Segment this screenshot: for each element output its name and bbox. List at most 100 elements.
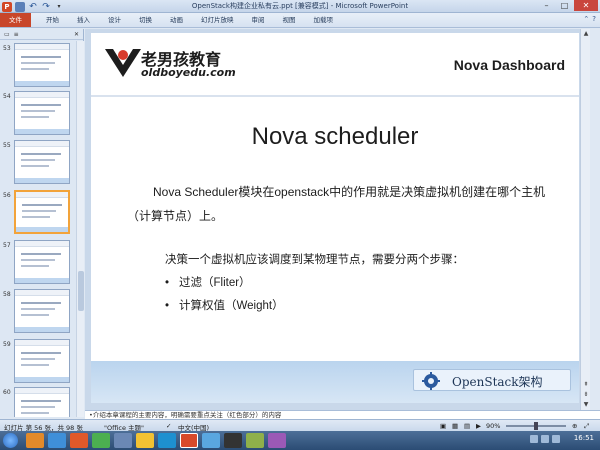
scrollbar-thumb[interactable] (78, 271, 84, 311)
slide-thumbnail[interactable]: 54 (0, 91, 76, 141)
slide-thumbnail[interactable]: 57 (0, 240, 76, 290)
terminal-taskbar-icon[interactable] (224, 433, 242, 448)
app-taskbar-icon[interactable] (268, 433, 286, 448)
zoom-slider-knob[interactable] (534, 422, 538, 430)
app-taskbar-icon[interactable] (114, 433, 132, 448)
clock[interactable]: 16:51 (574, 434, 594, 442)
bullet-text: 过滤（Fliter） (179, 277, 251, 289)
help-icon[interactable]: ? (592, 15, 596, 23)
thumbnail-image (14, 387, 70, 417)
next-slide-icon[interactable]: ⇟ (582, 391, 590, 399)
slide-title[interactable]: Nova scheduler (91, 123, 579, 151)
outline-view-icon[interactable]: ≡ (14, 31, 19, 38)
windows-taskbar: 16:51 (0, 431, 600, 450)
slide-editor: 老男孩教育 oldboyedu.com Nova Dashboard Nova … (85, 29, 590, 410)
thumbnail-image (14, 289, 70, 333)
bullet-dot-icon: • (165, 300, 170, 312)
slide-thumbnail[interactable]: 60 (0, 387, 76, 417)
slide-canvas[interactable]: 老男孩教育 oldboyedu.com Nova Dashboard Nova … (91, 33, 579, 403)
app-taskbar-icon[interactable] (246, 433, 264, 448)
tab-home[interactable]: 开始 (37, 13, 68, 27)
slide-thumbnail[interactable]: 53 (0, 43, 76, 93)
thumbnail-image (14, 190, 70, 234)
tab-transitions[interactable]: 切换 (130, 13, 161, 27)
slides-pane: ▭ ≡ ✕ 53 54 55 56 57 58 59 60 (0, 29, 84, 417)
notes-pane[interactable]: •介绍本章课程的主要内容，明确需要重点关注（红色部分）的内容 (85, 410, 600, 419)
tab-file[interactable]: 文件 (0, 13, 31, 27)
bullet-item: • 过滤（Fliter） (165, 274, 251, 290)
tab-animations[interactable]: 动画 (161, 13, 192, 27)
window-controls: – □ ✕ (538, 0, 598, 11)
slide-scrollbar[interactable]: ▲ ⇞ ⇟ ▼ (580, 29, 590, 410)
slide-thumbnail-selected[interactable]: 56 (0, 190, 76, 240)
ribbon-right-icons: ⌃ ? (583, 15, 596, 23)
bullet-text: 计算权值（Weight） (179, 300, 284, 312)
slide-number: 55 (3, 142, 11, 149)
steps-intro: 决策一个虚拟机应该调度到某物理节点，需要分两个步骤： (165, 254, 464, 266)
scroll-up-icon[interactable]: ▲ (582, 30, 590, 38)
browser-taskbar-icon[interactable] (48, 433, 66, 448)
zoom-in-icon[interactable]: ⊕ (572, 422, 577, 430)
close-pane-icon[interactable]: ✕ (74, 31, 79, 38)
oldboy-logo-icon (105, 49, 141, 77)
input-method-icon[interactable] (552, 435, 560, 443)
zoom-level[interactable]: 90% (486, 422, 500, 430)
slide-number: 59 (3, 341, 11, 348)
slide-footer: OpenStack架构 (91, 361, 579, 403)
start-button[interactable] (3, 433, 18, 448)
slide-thumbnail[interactable]: 58 (0, 289, 76, 339)
powerpoint-taskbar-icon[interactable] (180, 433, 198, 448)
firefox-taskbar-icon[interactable] (70, 433, 88, 448)
status-bar: 幻灯片 第 56 张，共 98 张 "Office 主题" ✓ 中文(中国) ▣… (0, 419, 600, 432)
slide-paragraph[interactable]: Nova Scheduler模块在openstack中的作用就是决策虚拟机创建在… (127, 180, 547, 228)
window-title: OpenStack构建企业私有云.ppt [兼容模式] - Microsoft … (191, 2, 409, 10)
previous-slide-icon[interactable]: ⇞ (582, 381, 590, 389)
powerpoint-window: P ↶ ↷ ▾ OpenStack构建企业私有云.ppt [兼容模式] - Mi… (0, 0, 600, 450)
tab-review[interactable]: 审阅 (243, 13, 274, 27)
reading-view-icon[interactable]: ▤ (464, 422, 470, 430)
fit-to-window-icon[interactable]: ⤢ (584, 422, 589, 431)
slide-number: 57 (3, 242, 11, 249)
footer-badge-text: OpenStack架构 (452, 375, 543, 389)
chrome-taskbar-icon[interactable] (92, 433, 110, 448)
thumbnail-image (14, 43, 70, 87)
thumbnail-scrollbar[interactable] (76, 41, 84, 417)
slide-number: 53 (3, 45, 11, 52)
qq-taskbar-icon[interactable] (158, 433, 176, 448)
tab-slideshow[interactable]: 幻灯片放映 (192, 13, 243, 27)
thumbnail-list: 53 54 55 56 57 58 59 60 (0, 41, 76, 417)
tab-view[interactable]: 视图 (274, 13, 305, 27)
thumbnail-image (14, 91, 70, 135)
tab-insert[interactable]: 插入 (68, 13, 99, 27)
slides-view-icon[interactable]: ▭ (4, 31, 10, 38)
ribbon-tabs: 文件 开始 插入 设计 切换 动画 幻灯片放映 审阅 视图 加载项 ⌃ ? (0, 13, 600, 28)
slide-number: 58 (3, 291, 11, 298)
volume-icon[interactable] (541, 435, 549, 443)
header-title: Nova Dashboard (453, 57, 565, 73)
slide-sorter-icon[interactable]: ▦ (452, 422, 458, 430)
tab-addins[interactable]: 加载项 (305, 13, 343, 27)
normal-view-icon[interactable]: ▣ (440, 422, 446, 430)
slide-header: 老男孩教育 oldboyedu.com Nova Dashboard (91, 33, 579, 97)
network-icon[interactable] (530, 435, 538, 443)
close-button[interactable]: ✕ (574, 0, 598, 11)
pane-tabs: ▭ ≡ ✕ (0, 29, 83, 40)
spellcheck-icon[interactable]: ✓ (166, 422, 171, 430)
footer-badge: OpenStack架构 (413, 369, 571, 391)
thumbnail-image (14, 339, 70, 383)
minimize-ribbon-icon[interactable]: ⌃ (583, 15, 589, 23)
slideshow-icon[interactable]: ▶ (476, 422, 481, 430)
slide-thumbnail[interactable]: 55 (0, 140, 76, 190)
tab-design[interactable]: 设计 (99, 13, 130, 27)
minimize-button[interactable]: – (538, 0, 555, 11)
app-taskbar-icon[interactable] (202, 433, 220, 448)
slide-number: 56 (3, 192, 11, 199)
explorer-taskbar-icon[interactable] (26, 433, 44, 448)
gear-icon (422, 372, 440, 390)
maximize-button[interactable]: □ (556, 0, 573, 11)
zoom-slider[interactable] (506, 422, 566, 430)
slide-thumbnail[interactable]: 59 (0, 339, 76, 389)
thumbnail-image (14, 240, 70, 284)
folder-taskbar-icon[interactable] (136, 433, 154, 448)
scroll-down-icon[interactable]: ▼ (582, 401, 590, 409)
